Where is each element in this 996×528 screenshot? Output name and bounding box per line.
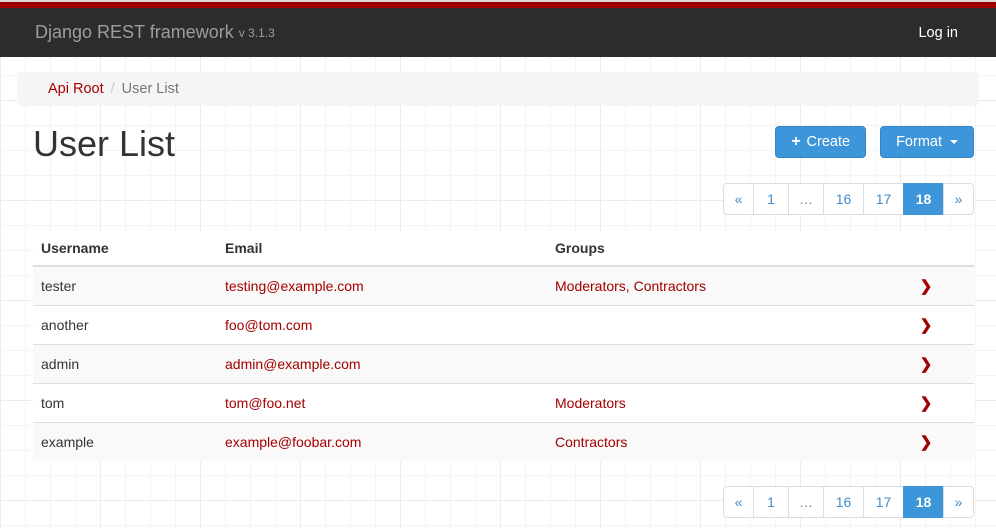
email-link[interactable]: example@foobar.com	[225, 434, 361, 450]
groups-link[interactable]: Contractors	[555, 434, 627, 450]
plus-icon: +	[791, 134, 800, 150]
email-link[interactable]: tom@foo.net	[225, 395, 305, 411]
cell-username: another	[33, 306, 217, 345]
row-detail-chevron-icon[interactable]: ❯	[920, 317, 933, 334]
main-container: Api Root/User List User List + Create Fo…	[17, 72, 979, 518]
row-detail-chevron-icon[interactable]: ❯	[920, 278, 933, 295]
row-detail-chevron-icon[interactable]: ❯	[920, 434, 933, 451]
brand-link[interactable]: Django REST framework	[35, 22, 234, 43]
top-accent-strip	[0, 0, 996, 8]
cell-username: tom	[33, 384, 217, 423]
groups-link[interactable]: Moderators	[555, 395, 626, 411]
pagination-top-row: « 1 … 16 17 18 »	[33, 183, 974, 215]
table-row: tester testing@example.com Moderators, C…	[33, 266, 974, 306]
create-button[interactable]: + Create	[775, 126, 866, 158]
breadcrumb-separator: /	[104, 81, 122, 97]
column-header-username: Username	[33, 231, 217, 266]
cell-username: admin	[33, 345, 217, 384]
format-button-label: Format	[896, 134, 942, 150]
table-row: another foo@tom.com ❯	[33, 306, 974, 345]
pagination-page-1[interactable]: 1	[753, 486, 789, 518]
breadcrumb-current: User List	[122, 81, 179, 97]
pagination-page-18-active[interactable]: 18	[903, 183, 944, 215]
cell-username: example	[33, 423, 217, 462]
pagination-next[interactable]: »	[943, 183, 974, 215]
pagination-bottom-row: « 1 … 16 17 18 »	[33, 486, 974, 518]
breadcrumb: Api Root/User List	[17, 72, 979, 106]
breadcrumb-api-root[interactable]: Api Root	[48, 81, 104, 97]
row-detail-chevron-icon[interactable]: ❯	[920, 356, 933, 373]
pagination-page-17[interactable]: 17	[863, 183, 904, 215]
row-detail-chevron-icon[interactable]: ❯	[920, 395, 933, 412]
caret-down-icon	[950, 140, 958, 144]
user-table: Username Email Groups tester testing@exa…	[33, 231, 974, 461]
pagination-page-16[interactable]: 16	[823, 486, 864, 518]
email-link[interactable]: admin@example.com	[225, 356, 361, 372]
groups-link[interactable]: Moderators, Contractors	[555, 278, 706, 294]
navbar: Django REST framework v 3.1.3 Log in	[0, 8, 996, 57]
pagination-prev[interactable]: «	[723, 183, 754, 215]
pagination-bottom: « 1 … 16 17 18 »	[723, 486, 974, 518]
column-header-email: Email	[217, 231, 547, 266]
column-header-groups: Groups	[547, 231, 878, 266]
pagination-ellipsis: …	[788, 183, 824, 215]
version-label: v 3.1.3	[239, 26, 275, 40]
pagination-page-17[interactable]: 17	[863, 486, 904, 518]
pagination-page-1[interactable]: 1	[753, 183, 789, 215]
format-dropdown-button[interactable]: Format	[880, 126, 974, 158]
table-row: admin admin@example.com ❯	[33, 345, 974, 384]
page-header: User List + Create Format	[33, 126, 974, 162]
pagination-prev[interactable]: «	[723, 486, 754, 518]
create-button-label: Create	[807, 134, 851, 150]
column-header-detail	[878, 231, 974, 266]
pagination-page-16[interactable]: 16	[823, 183, 864, 215]
login-link[interactable]: Log in	[918, 25, 958, 41]
cell-username: tester	[33, 266, 217, 306]
pagination-page-18-active[interactable]: 18	[903, 486, 944, 518]
pagination-ellipsis: …	[788, 486, 824, 518]
pagination-top: « 1 … 16 17 18 »	[723, 183, 974, 215]
page-title: User List	[33, 126, 175, 162]
header-buttons: + Create Format	[775, 126, 974, 158]
content-area: User List + Create Format « 1 … 16 17 18	[33, 126, 974, 518]
table-header-row: Username Email Groups	[33, 231, 974, 266]
pagination-next[interactable]: »	[943, 486, 974, 518]
table-row: example example@foobar.com Contractors ❯	[33, 423, 974, 462]
email-link[interactable]: testing@example.com	[225, 278, 364, 294]
table-row: tom tom@foo.net Moderators ❯	[33, 384, 974, 423]
email-link[interactable]: foo@tom.com	[225, 317, 312, 333]
